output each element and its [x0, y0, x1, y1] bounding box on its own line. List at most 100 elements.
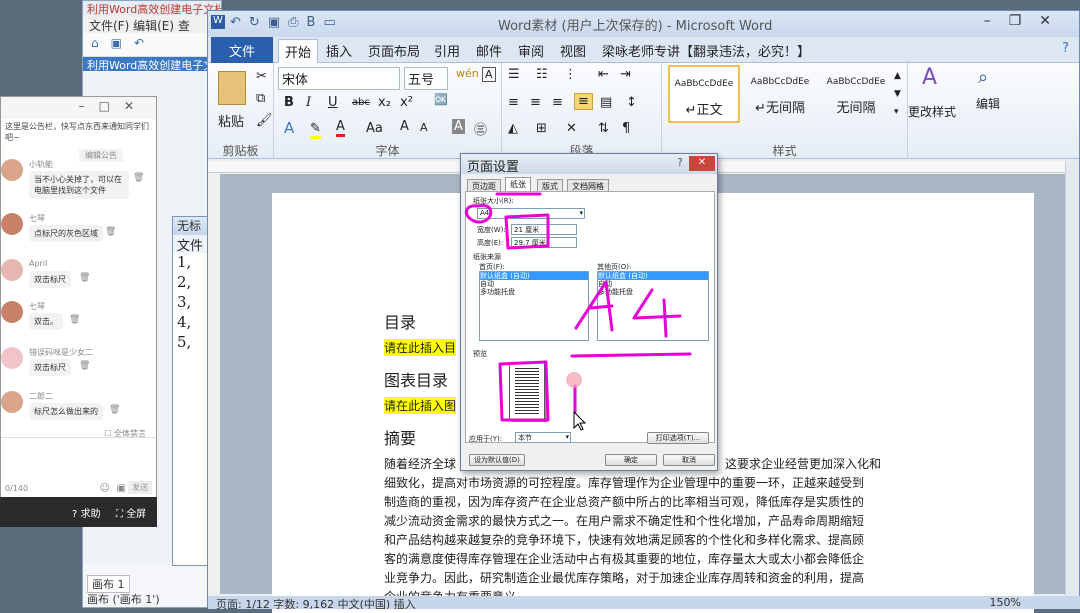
quick-access-toolbar[interactable]: ↶↻▣⎙B▭	[230, 15, 344, 30]
list-item[interactable]: 自动	[480, 280, 588, 288]
help-icon[interactable]: ?	[677, 156, 683, 169]
tab-home[interactable]: 开始	[278, 39, 319, 63]
restore-icon[interactable]: ❐	[1009, 13, 1040, 29]
tab-references[interactable]: 引用	[434, 41, 460, 60]
delete-icon[interactable]: 🗑	[69, 315, 80, 325]
styles-scroll-icon[interactable]: ▲ ▼ ▾	[894, 67, 901, 121]
zoom-level[interactable]: 150%	[990, 596, 1021, 609]
style-no-spacing-2[interactable]: AaBbCcDdEe 无间隔	[820, 65, 892, 123]
phonetic-guide-icon[interactable]: wén	[456, 67, 479, 80]
shading-icon[interactable]: ◭	[508, 121, 518, 136]
line-spacing-icon[interactable]: ↕	[626, 95, 637, 110]
minimize-icon[interactable]: –	[79, 99, 99, 113]
list-item[interactable]: 多功能托盘	[480, 288, 588, 296]
list-item[interactable]: 多功能托盘	[598, 288, 708, 296]
style-normal[interactable]: AaBbCcDdEe ↵正文	[668, 65, 740, 123]
cancel-button[interactable]: 取消	[663, 454, 715, 466]
superscript-icon[interactable]: x²	[400, 95, 413, 110]
undo-icon[interactable]: ↶	[230, 15, 249, 30]
tab-view[interactable]: 视图	[560, 41, 586, 60]
tab-mailings[interactable]: 邮件	[476, 41, 502, 60]
align-right-icon[interactable]: ≡	[552, 95, 563, 110]
delete-icon[interactable]: 🗑	[79, 361, 90, 371]
tab-custom[interactable]: 梁咏老师专讲【翻录违法，必究！】	[602, 41, 810, 60]
tab-insert[interactable]: 插入	[326, 41, 352, 60]
cut-icon[interactable]: ✂	[256, 69, 267, 84]
undo-icon[interactable]: ↶	[134, 36, 156, 50]
strikethrough-icon[interactable]: abc	[352, 97, 370, 108]
other-pages-tray-list[interactable]: 默认纸盒 (自动) 自动 多功能托盘	[597, 271, 709, 341]
help-icon[interactable]: ?	[1062, 41, 1069, 56]
align-center-icon[interactable]: ≡	[530, 95, 541, 110]
tab-page-layout[interactable]: 页面布局	[368, 41, 420, 60]
send-button[interactable]: 发送	[128, 481, 152, 494]
multilevel-list-icon[interactable]: ⋮	[564, 67, 577, 82]
char-shading-icon[interactable]: A	[452, 119, 465, 134]
decrease-indent-icon[interactable]: ⇤	[598, 67, 609, 82]
numbering-icon[interactable]: ☷	[536, 67, 548, 82]
justify-icon[interactable]: ≡	[574, 93, 593, 110]
width-input[interactable]: 21 厘米	[511, 224, 577, 235]
list-item[interactable]: 默认纸盒 (自动)	[598, 272, 708, 280]
xmind-doc-tab[interactable]: 利用Word高效创建电子文档	[83, 57, 221, 71]
char-border-icon[interactable]: A	[482, 67, 496, 82]
delete-icon[interactable]: 🗑	[79, 273, 90, 283]
grow-font-icon[interactable]: A	[400, 119, 409, 134]
vertical-scrollbar[interactable]	[1065, 161, 1079, 596]
paste-icon[interactable]	[218, 71, 246, 105]
font-color-icon[interactable]: A	[336, 119, 345, 137]
close-icon[interactable]: ✕	[1039, 13, 1069, 29]
copy-icon[interactable]: ⧉	[256, 91, 265, 106]
sort-icon[interactable]: ⇅	[598, 121, 609, 136]
save-icon[interactable]: ▣	[111, 36, 134, 50]
delete-icon[interactable]: 🗑	[133, 173, 144, 183]
bullets-icon[interactable]: ☰	[508, 67, 520, 82]
list-item[interactable]: 自动	[598, 280, 708, 288]
font-size-select[interactable]: 五号	[404, 67, 448, 90]
highlight-icon[interactable]: ✎	[310, 121, 321, 139]
save-icon[interactable]: ▣	[268, 15, 288, 30]
underline-icon[interactable]: U	[328, 95, 338, 110]
borders-icon[interactable]: ⊞	[536, 121, 547, 136]
print-options-button[interactable]: 打印选项(T)...	[647, 432, 709, 444]
emoji-icon[interactable]: ☺	[100, 483, 110, 494]
enclose-char-icon[interactable]: ㊂	[474, 119, 487, 138]
ok-button[interactable]: 确定	[605, 454, 657, 466]
distributed-icon[interactable]: ▤	[600, 95, 612, 110]
maximize-icon[interactable]: □	[99, 99, 124, 113]
first-page-tray-list[interactable]: 默认纸盒 (自动) 自动 多功能托盘	[479, 271, 589, 341]
style-no-spacing[interactable]: AaBbCcDdEe ↵无间隔	[744, 65, 816, 123]
list-item[interactable]: 默认纸盒 (自动)	[480, 272, 588, 280]
help-button[interactable]: ? 求助	[72, 505, 101, 520]
notepad-menu[interactable]: 文件	[173, 235, 211, 253]
format-painter-icon[interactable]: 🖌	[256, 113, 273, 128]
print-preview-icon[interactable]: ⎙	[288, 15, 306, 30]
change-case-icon[interactable]: Aa	[366, 121, 383, 136]
tab-file[interactable]: 文件	[211, 37, 273, 63]
increase-indent-icon[interactable]: ⇥	[620, 67, 631, 82]
open-folder-icon[interactable]: ▭	[323, 15, 343, 30]
height-input[interactable]: 29.7 厘米	[511, 237, 577, 248]
home-icon[interactable]: ⌂	[91, 36, 111, 50]
image-icon[interactable]: ▣	[117, 483, 126, 494]
paste-button[interactable]: 粘贴	[218, 111, 244, 130]
subscript-icon[interactable]: x₂	[378, 95, 391, 110]
xmind-toolbar[interactable]: ⌂▣↶	[83, 33, 221, 57]
close-icon[interactable]: ✕	[124, 99, 148, 113]
tab-paper[interactable]: 纸张	[505, 177, 531, 191]
paper-size-select[interactable]: A4 ▾	[477, 208, 585, 219]
xmind-menubar[interactable]: 文件(F) 编辑(E) 查	[83, 15, 221, 33]
bold-icon[interactable]: B	[284, 95, 294, 110]
delete-icon[interactable]: 🗑	[109, 405, 120, 415]
tab-review[interactable]: 审阅	[518, 41, 544, 60]
find-icon[interactable]: ⌕	[978, 67, 988, 88]
align-left-icon[interactable]: ≡	[508, 95, 519, 110]
change-styles-icon[interactable]: A	[922, 65, 937, 90]
italic-icon[interactable]: I	[306, 95, 311, 110]
shrink-font-icon[interactable]: A	[420, 121, 428, 134]
clear-formatting-icon[interactable]: 🆗	[434, 93, 448, 106]
delete-icon[interactable]: 🗑	[105, 227, 116, 237]
chinese-layout-icon[interactable]: ✕	[566, 121, 577, 136]
font-name-select[interactable]: 宋体	[278, 67, 400, 90]
redo-icon[interactable]: ↻	[249, 15, 268, 30]
